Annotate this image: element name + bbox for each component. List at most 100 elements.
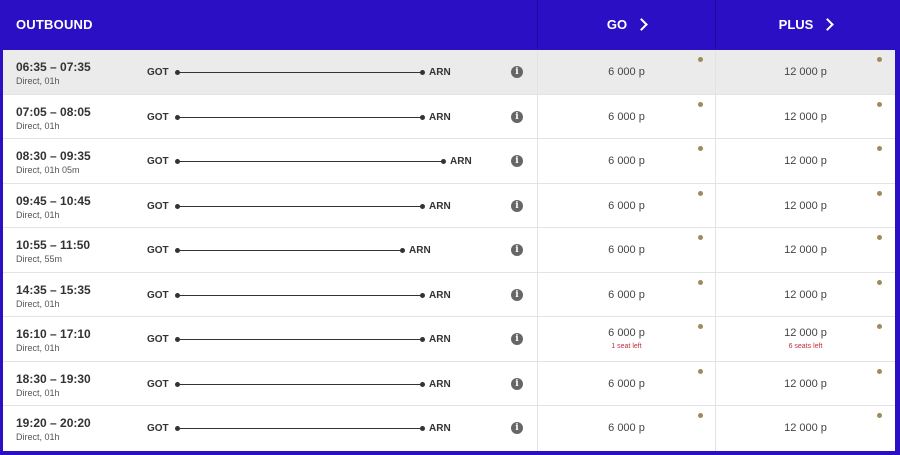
flight-row[interactable]: 19:20 – 20:20 Direct, 01h GOT ARN i 6 00… (3, 406, 895, 451)
route-line (175, 337, 425, 343)
flight-duration: Direct, 01h (16, 209, 60, 220)
go-fare-cell[interactable]: 6 000 р (537, 228, 715, 272)
plus-price: 12 000 р (784, 422, 827, 435)
info-icon[interactable]: i (511, 199, 523, 212)
flight-row[interactable]: 09:45 – 10:45 Direct, 01h GOT ARN i 6 00… (3, 183, 895, 229)
plus-fare-cell[interactable]: 12 000 р (715, 361, 895, 406)
plus-price: 12 000 р (784, 66, 827, 78)
plus-price: 12 000 р (784, 377, 827, 390)
go-price: 6 000 р (608, 327, 645, 340)
departure-arrival-time: 19:20 – 20:20 (16, 416, 91, 431)
plus-fare-cell[interactable]: 12 000 р (715, 183, 895, 228)
chevron-right-icon (821, 17, 835, 31)
flight-row[interactable]: 06:35 – 07:35 Direct, 01h GOT ARN i 6 00… (3, 50, 895, 95)
info-icon[interactable]: i (511, 288, 523, 301)
fare-dot-icon (698, 190, 703, 196)
fare-dot-icon (698, 279, 703, 285)
departure-arrival-time: 14:35 – 15:35 (16, 282, 91, 297)
fare-dot-icon (698, 413, 703, 419)
departure-arrival-time: 07:05 – 08:05 (16, 104, 91, 119)
go-price: 6 000 р (608, 244, 645, 257)
route-line (175, 114, 425, 120)
fare-dot-icon (877, 368, 882, 374)
route-line (175, 203, 425, 209)
flight-row[interactable]: 14:35 – 15:35 Direct, 01h GOT ARN i 6 00… (3, 272, 895, 318)
origin-airport: GOT (147, 67, 169, 78)
go-price: 6 000 р (608, 377, 645, 390)
origin-airport: GOT (147, 245, 169, 257)
flight-info: 07:05 – 08:05 Direct, 01h GOT ARN i (3, 95, 537, 139)
flight-duration: Direct, 01h (16, 298, 60, 309)
plus-price: 12 000 р (784, 244, 827, 257)
info-icon[interactable]: i (511, 422, 523, 435)
route-line (175, 292, 425, 298)
flight-row[interactable]: 18:30 – 19:30 Direct, 01h GOT ARN i 6 00… (3, 361, 895, 407)
info-icon[interactable]: i (511, 333, 523, 346)
flight-row[interactable]: 16:10 – 17:10 Direct, 01h GOT ARN i 6 00… (3, 317, 895, 362)
go-price: 6 000 р (608, 199, 645, 212)
fare-dot-icon (877, 57, 882, 62)
fare-dot-icon (877, 279, 882, 285)
flight-selection-panel: OUTBOUND GO PLUS 06:35 – 07:35 Direct, 0… (0, 0, 900, 455)
plus-fare-cell[interactable]: 12 000 р (715, 406, 895, 451)
origin-airport: GOT (147, 156, 169, 168)
plus-fare-cell[interactable]: 12 000 р (715, 228, 895, 272)
flight-row[interactable]: 10:55 – 11:50 Direct, 55m GOT ARN i 6 00… (3, 228, 895, 273)
flight-row[interactable]: 07:05 – 08:05 Direct, 01h GOT ARN i 6 00… (3, 94, 895, 140)
go-fare-cell[interactable]: 6 000 р (537, 361, 715, 406)
info-icon[interactable]: i (511, 155, 523, 168)
route-line (175, 426, 425, 432)
go-fare-cell[interactable]: 6 000 р 1 seat left (537, 317, 715, 361)
fare-dot-icon (698, 57, 703, 62)
outbound-label: OUTBOUND (16, 16, 93, 32)
plus-fare-cell[interactable]: 12 000 р (715, 50, 895, 94)
destination-airport: ARN (429, 378, 451, 390)
flight-list: 06:35 – 07:35 Direct, 01h GOT ARN i 6 00… (3, 50, 895, 451)
go-fare-column-header[interactable]: GO (537, 0, 715, 48)
destination-airport: ARN (429, 289, 451, 301)
route-line (175, 248, 405, 254)
fare-dot-icon (698, 368, 703, 374)
plus-fare-cell[interactable]: 12 000 р (715, 94, 895, 139)
destination-airport: ARN (429, 67, 451, 78)
flight-info: 19:20 – 20:20 Direct, 01h GOT ARN i (3, 406, 537, 451)
departure-arrival-time: 09:45 – 10:45 (16, 193, 91, 208)
go-fare-cell[interactable]: 6 000 р (537, 139, 715, 183)
flight-duration: Direct, 01h (16, 120, 60, 131)
chevron-right-icon (635, 17, 648, 31)
plus-price: 12 000 р (784, 327, 827, 340)
plus-fare-column-header[interactable]: PLUS (715, 0, 895, 48)
go-fare-cell[interactable]: 6 000 р (537, 50, 715, 94)
info-icon[interactable]: i (511, 110, 523, 123)
destination-airport: ARN (429, 334, 451, 346)
go-price: 6 000 р (608, 155, 645, 168)
plus-price: 12 000 р (784, 155, 827, 168)
departure-arrival-time: 18:30 – 19:30 (16, 371, 91, 386)
flight-info: 06:35 – 07:35 Direct, 01h GOT ARN i (3, 50, 537, 94)
info-icon[interactable]: i (511, 66, 523, 78)
destination-airport: ARN (429, 111, 451, 123)
flight-duration: Direct, 01h (16, 343, 60, 354)
flight-row[interactable]: 08:30 – 09:35 Direct, 01h 05m GOT ARN i … (3, 139, 895, 184)
go-fare-cell[interactable]: 6 000 р (537, 272, 715, 317)
info-icon[interactable]: i (511, 377, 523, 390)
go-price: 6 000 р (608, 110, 645, 123)
flight-info: 16:10 – 17:10 Direct, 01h GOT ARN i (3, 317, 537, 361)
departure-arrival-time: 06:35 – 07:35 (16, 60, 91, 74)
plus-fare-cell[interactable]: 12 000 р (715, 272, 895, 317)
origin-airport: GOT (147, 200, 169, 212)
info-icon[interactable]: i (511, 244, 523, 257)
plus-price: 12 000 р (784, 199, 827, 212)
go-price: 6 000 р (608, 66, 645, 78)
fare-dot-icon (698, 146, 703, 152)
go-fare-cell[interactable]: 6 000 р (537, 183, 715, 228)
go-fare-cell[interactable]: 6 000 р (537, 94, 715, 139)
plus-fare-cell[interactable]: 12 000 р (715, 139, 895, 183)
plus-fare-cell[interactable]: 12 000 р 6 seats left (715, 317, 895, 361)
go-price: 6 000 р (608, 288, 645, 301)
flight-info: 10:55 – 11:50 Direct, 55m GOT ARN i (3, 228, 537, 272)
go-fare-cell[interactable]: 6 000 р (537, 406, 715, 451)
fare-dot-icon (877, 146, 882, 152)
flight-duration: Direct, 01h (16, 76, 60, 86)
fare-dot-icon (698, 235, 703, 241)
